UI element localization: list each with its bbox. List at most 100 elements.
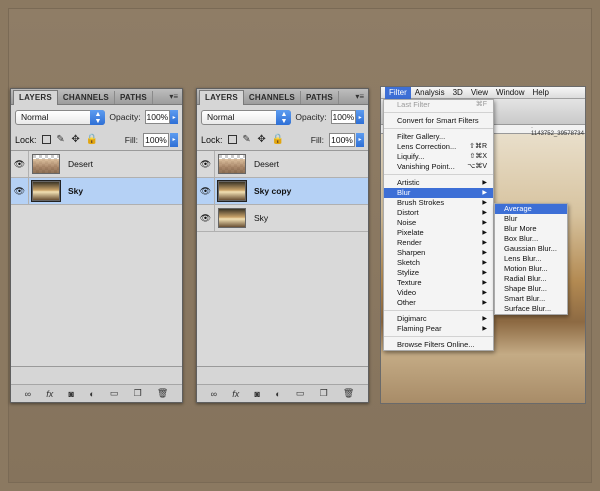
menu-item-brush-strokes[interactable]: Brush Strokes ▶ [384, 198, 493, 208]
menu-item-filter-gallery[interactable]: Filter Gallery... [384, 132, 493, 142]
menu-item-noise[interactable]: Noise ▶ [384, 218, 493, 228]
submenu-arrow-icon: ▶ [482, 200, 487, 206]
menu-separator [384, 112, 493, 113]
blend-mode-select[interactable]: Normal ▲ ▼ [201, 109, 292, 125]
mask-icon[interactable]: ◙ [255, 389, 260, 399]
opacity-input[interactable]: 100% [330, 110, 357, 124]
lock-move-icon[interactable]: ✥ [71, 134, 81, 145]
lock-brush-icon[interactable]: ✎ [56, 134, 66, 145]
layer-row-sky-copy[interactable]: 👁 Sky copy [197, 177, 368, 205]
menu-item-render[interactable]: Render ▶ [384, 238, 493, 248]
menu-help[interactable]: Help [528, 87, 552, 99]
menu-3d[interactable]: 3D [449, 87, 467, 99]
menu-item-texture[interactable]: Texture ▶ [384, 278, 493, 288]
submenu-item-gaussian-blur[interactable]: Gaussian Blur... [495, 244, 567, 254]
layer-thumbnail [217, 180, 247, 202]
opacity-stepper-icon[interactable]: ▸ [356, 110, 364, 124]
layer-row-sky[interactable]: 👁 Sky [197, 204, 368, 232]
layer-name: Desert [68, 159, 94, 169]
menu-item-stylize[interactable]: Stylize ▶ [384, 268, 493, 278]
panel-menu-icon[interactable]: ▾≡ [355, 92, 364, 101]
menu-view[interactable]: View [467, 87, 492, 99]
submenu-arrow-icon: ▶ [482, 190, 487, 196]
fill-stepper-icon[interactable]: ▸ [356, 132, 364, 147]
menu-item-pixelate[interactable]: Pixelate ▶ [384, 228, 493, 238]
tab-layers[interactable]: LAYERS [13, 90, 58, 105]
menu-item-distort[interactable]: Distort ▶ [384, 208, 493, 218]
menu-item-convert-for-smart-filters[interactable]: Convert for Smart Filters [384, 116, 493, 126]
fx-icon[interactable]: fx [46, 389, 53, 399]
layer-name: Sky copy [254, 186, 292, 196]
adjustment-icon[interactable]: ◐ [89, 389, 94, 399]
eye-icon[interactable]: 👁 [11, 177, 29, 205]
lock-all-icon[interactable]: 🔒 [272, 134, 284, 145]
lock-transparent-icon[interactable] [227, 135, 237, 144]
folder-icon[interactable]: ▭ [110, 388, 119, 399]
submenu-arrow-icon: ▶ [482, 316, 487, 322]
eye-icon[interactable]: 👁 [197, 204, 215, 232]
new-layer-icon[interactable]: ❐ [134, 388, 142, 399]
menu-item-vanishing-point[interactable]: Vanishing Point... ⌥⌘V [384, 162, 493, 172]
submenu-item-average[interactable]: Average [495, 204, 567, 214]
menu-item-sharpen[interactable]: Sharpen ▶ [384, 248, 493, 258]
blend-row: Normal ▲ ▼ Opacity: 100% ▸ [11, 105, 182, 129]
menu-item-flaming-pear[interactable]: Flaming Pear ▶ [384, 324, 493, 334]
mask-icon[interactable]: ◙ [69, 389, 74, 399]
menu-analysis[interactable]: Analysis [411, 87, 449, 99]
folder-icon[interactable]: ▭ [296, 388, 305, 399]
menu-filter[interactable]: Filter [385, 87, 411, 99]
menu-item-artistic[interactable]: Artistic ▶ [384, 178, 493, 188]
panel-menu-icon[interactable]: ▾≡ [169, 92, 178, 101]
lock-brush-icon[interactable]: ✎ [242, 134, 252, 145]
menu-item-lens-correction[interactable]: Lens Correction... ⇧⌘R [384, 142, 493, 152]
lock-move-icon[interactable]: ✥ [257, 134, 267, 145]
layer-row-desert[interactable]: 👁 Desert [197, 150, 368, 178]
tab-paths[interactable]: PATHS [301, 91, 339, 104]
menu-item-video[interactable]: Video ▶ [384, 288, 493, 298]
fill-input[interactable]: 100% [329, 132, 355, 147]
fill-stepper-icon[interactable]: ▸ [170, 132, 178, 147]
tab-paths[interactable]: PATHS [115, 91, 153, 104]
menu-item-digimarc[interactable]: Digimarc ▶ [384, 314, 493, 324]
tab-layers[interactable]: LAYERS [199, 90, 244, 105]
submenu-item-box-blur[interactable]: Box Blur... [495, 234, 567, 244]
tab-channels[interactable]: CHANNELS [58, 91, 115, 104]
layer-thumbnail [218, 154, 246, 174]
layer-row-desert[interactable]: 👁 Desert [11, 150, 182, 178]
submenu-item-surface-blur[interactable]: Surface Blur... [495, 304, 567, 314]
submenu-item-blur-more[interactable]: Blur More [495, 224, 567, 234]
menu-item-other[interactable]: Other ▶ [384, 298, 493, 308]
menu-item-blur[interactable]: Blur ▶ [384, 188, 493, 198]
submenu-item-motion-blur[interactable]: Motion Blur... [495, 264, 567, 274]
adjustment-icon[interactable]: ◐ [275, 389, 280, 399]
opacity-stepper-icon[interactable]: ▸ [170, 110, 178, 124]
menu-item-liquify[interactable]: Liquify... ⇧⌘X [384, 152, 493, 162]
link-icon[interactable]: ∞ [211, 389, 217, 399]
submenu-item-lens-blur[interactable]: Lens Blur... [495, 254, 567, 264]
menu-item-sketch[interactable]: Sketch ▶ [384, 258, 493, 268]
lock-all-icon[interactable]: 🔒 [86, 134, 98, 145]
new-layer-icon[interactable]: ❐ [320, 388, 328, 399]
trash-icon[interactable]: 🗑 [157, 388, 168, 399]
fx-icon[interactable]: fx [232, 389, 239, 399]
submenu-item-shape-blur[interactable]: Shape Blur... [495, 284, 567, 294]
link-icon[interactable]: ∞ [25, 389, 31, 399]
submenu-item-smart-blur[interactable]: Smart Blur... [495, 294, 567, 304]
eye-icon[interactable]: 👁 [197, 150, 215, 178]
menu-window[interactable]: Window [492, 87, 528, 99]
menu-item-browse-filters-online[interactable]: Browse Filters Online... [384, 340, 493, 350]
fill-input[interactable]: 100% [143, 132, 169, 147]
eye-icon[interactable]: 👁 [197, 177, 215, 205]
tab-channels[interactable]: CHANNELS [244, 91, 301, 104]
eye-icon[interactable]: 👁 [11, 150, 29, 178]
photoshop-window: · 1143752_39578734 Filter Analysis 3D Vi… [380, 86, 586, 404]
opacity-input[interactable]: 100% [144, 110, 171, 124]
menu-bar: Filter Analysis 3D View Window Help [381, 87, 585, 99]
menu-item-label: Convert for Smart Filters [397, 116, 479, 125]
submenu-item-radial-blur[interactable]: Radial Blur... [495, 274, 567, 284]
layer-row-sky[interactable]: 👁 Sky [11, 177, 182, 205]
trash-icon[interactable]: 🗑 [343, 388, 354, 399]
lock-transparent-icon[interactable] [41, 135, 51, 144]
submenu-item-blur[interactable]: Blur [495, 214, 567, 224]
blend-mode-select[interactable]: Normal ▲ ▼ [15, 109, 106, 125]
